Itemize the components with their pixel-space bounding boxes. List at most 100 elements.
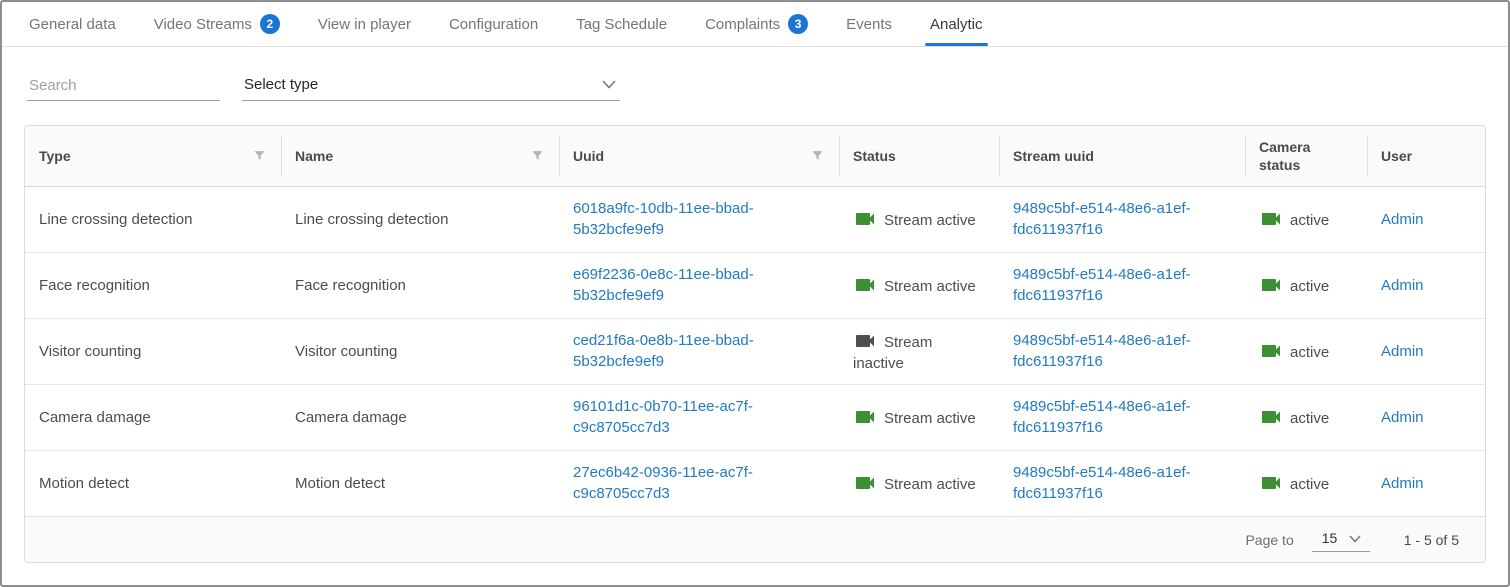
- column-label: Uuid: [573, 147, 604, 165]
- tab-analytic[interactable]: Analytic: [911, 2, 1002, 46]
- type-select[interactable]: Select type: [242, 71, 620, 101]
- uuid-link[interactable]: 6018a9fc-10db-11ee-bbad-5b32bcfe9ef9: [573, 200, 754, 238]
- column-header-status: Status: [839, 126, 999, 186]
- videocam-icon: [853, 329, 877, 353]
- count-badge: 2: [260, 14, 280, 34]
- tab-events[interactable]: Events: [827, 2, 911, 46]
- videocam-icon: [853, 471, 877, 495]
- cell-type: Face recognition: [25, 252, 281, 318]
- filter-icon[interactable]: [810, 148, 825, 163]
- column-label: Status: [853, 148, 896, 164]
- stream-uuid-link[interactable]: 9489c5bf-e514-48e6-a1ef-fdc611937f16: [1013, 464, 1191, 502]
- videocam-icon: [1259, 471, 1283, 495]
- cell-name: Line crossing detection: [281, 186, 559, 252]
- pagination-bar: Page to 15 1 - 5 of 5: [25, 516, 1485, 562]
- tab-label: Analytic: [930, 16, 983, 33]
- analytic-name: Line crossing detection: [295, 211, 448, 228]
- cell-uuid: 6018a9fc-10db-11ee-bbad-5b32bcfe9ef9: [559, 186, 839, 252]
- tab-complaints[interactable]: Complaints 3: [686, 2, 827, 46]
- cell-user: Admin: [1367, 186, 1485, 252]
- analytic-name: Visitor counting: [295, 343, 397, 360]
- column-label: Type: [39, 147, 71, 165]
- tab-general-data[interactable]: General data: [10, 2, 135, 46]
- column-header-name: Name: [281, 126, 559, 186]
- cell-stream-uuid: 9489c5bf-e514-48e6-a1ef-fdc611937f16: [999, 384, 1245, 450]
- camera-status-text: active: [1290, 344, 1329, 361]
- page-size-select[interactable]: 15: [1312, 527, 1370, 552]
- uuid-link[interactable]: e69f2236-0e8c-11ee-bbad-5b32bcfe9ef9: [573, 266, 754, 304]
- table-row: Face recognition Face recognition e69f22…: [25, 252, 1485, 318]
- stream-status-text: Stream active: [884, 278, 976, 295]
- column-header-stream-uuid: Stream uuid: [999, 126, 1245, 186]
- analytics-table: Type Name Uuid: [25, 126, 1485, 516]
- cell-user: Admin: [1367, 252, 1485, 318]
- cell-type: Motion detect: [25, 450, 281, 516]
- filter-icon[interactable]: [252, 148, 267, 163]
- tab-label: View in player: [318, 16, 411, 33]
- filter-icon[interactable]: [530, 148, 545, 163]
- tab-video-streams[interactable]: Video Streams 2: [135, 2, 299, 46]
- cell-uuid: 27ec6b42-0936-11ee-ac7f-c9c8705cc7d3: [559, 450, 839, 516]
- analytic-type: Camera damage: [39, 409, 151, 426]
- analytic-type: Face recognition: [39, 277, 150, 294]
- stream-uuid-link[interactable]: 9489c5bf-e514-48e6-a1ef-fdc611937f16: [1013, 398, 1191, 436]
- search-input[interactable]: [27, 71, 220, 101]
- camera-status-text: active: [1290, 476, 1329, 493]
- analytic-name: Motion detect: [295, 475, 385, 492]
- camera-status-text: active: [1290, 410, 1329, 427]
- chevron-down-icon: [1349, 530, 1361, 546]
- page: General data Video Streams 2 View in pla…: [0, 0, 1510, 587]
- column-label: Name: [295, 147, 333, 165]
- cell-stream-uuid: 9489c5bf-e514-48e6-a1ef-fdc611937f16: [999, 252, 1245, 318]
- stream-status-text: Stream active: [884, 212, 976, 229]
- uuid-link[interactable]: 96101d1c-0b70-11ee-ac7f-c9c8705cc7d3: [573, 398, 753, 436]
- tab-tag-schedule[interactable]: Tag Schedule: [557, 2, 686, 46]
- stream-uuid-link[interactable]: 9489c5bf-e514-48e6-a1ef-fdc611937f16: [1013, 200, 1191, 238]
- cell-type: Visitor counting: [25, 318, 281, 384]
- tab-label: Events: [846, 16, 892, 33]
- cell-camera-status: active: [1245, 318, 1367, 384]
- videocam-icon: [853, 207, 877, 231]
- cell-name: Face recognition: [281, 252, 559, 318]
- column-header-uuid: Uuid: [559, 126, 839, 186]
- analytic-name: Camera damage: [295, 409, 407, 426]
- cell-camera-status: active: [1245, 252, 1367, 318]
- videocam-icon: [1259, 207, 1283, 231]
- count-badge: 3: [788, 14, 808, 34]
- table-row: Camera damage Camera damage 96101d1c-0b7…: [25, 384, 1485, 450]
- tab-label: Configuration: [449, 16, 538, 33]
- user-link[interactable]: Admin: [1381, 277, 1424, 294]
- user-link[interactable]: Admin: [1381, 343, 1424, 360]
- tab-label: Video Streams: [154, 16, 252, 33]
- tab-configuration[interactable]: Configuration: [430, 2, 557, 46]
- tab-bar: General data Video Streams 2 View in pla…: [2, 2, 1508, 47]
- stream-status-text: Stream active: [884, 410, 976, 427]
- cell-status: Stream active: [839, 186, 999, 252]
- analytics-table-card: Type Name Uuid: [24, 125, 1486, 563]
- user-link[interactable]: Admin: [1381, 475, 1424, 492]
- cell-uuid: e69f2236-0e8c-11ee-bbad-5b32bcfe9ef9: [559, 252, 839, 318]
- column-header-user: User: [1367, 126, 1485, 186]
- stream-uuid-link[interactable]: 9489c5bf-e514-48e6-a1ef-fdc611937f16: [1013, 266, 1191, 304]
- type-select-value: Select type: [244, 76, 318, 93]
- tab-label: Complaints: [705, 16, 780, 33]
- table-body: Line crossing detection Line crossing de…: [25, 186, 1485, 516]
- stream-uuid-link[interactable]: 9489c5bf-e514-48e6-a1ef-fdc611937f16: [1013, 332, 1191, 370]
- tab-view-in-player[interactable]: View in player: [299, 2, 430, 46]
- column-header-type: Type: [25, 126, 281, 186]
- filter-bar: Select type: [27, 71, 1508, 101]
- user-link[interactable]: Admin: [1381, 211, 1424, 228]
- uuid-link[interactable]: 27ec6b42-0936-11ee-ac7f-c9c8705cc7d3: [573, 464, 753, 502]
- camera-status-text: active: [1290, 212, 1329, 229]
- user-link[interactable]: Admin: [1381, 409, 1424, 426]
- cell-camera-status: active: [1245, 450, 1367, 516]
- uuid-link[interactable]: ced21f6a-0e8b-11ee-bbad-5b32bcfe9ef9: [573, 332, 754, 370]
- chevron-down-icon: [602, 76, 616, 93]
- cell-user: Admin: [1367, 318, 1485, 384]
- analytic-type: Visitor counting: [39, 343, 141, 360]
- cell-uuid: ced21f6a-0e8b-11ee-bbad-5b32bcfe9ef9: [559, 318, 839, 384]
- camera-status-text: active: [1290, 278, 1329, 295]
- tab-label: Tag Schedule: [576, 16, 667, 33]
- pagination-range: 1 - 5 of 5: [1404, 532, 1459, 548]
- table-row: Motion detect Motion detect 27ec6b42-093…: [25, 450, 1485, 516]
